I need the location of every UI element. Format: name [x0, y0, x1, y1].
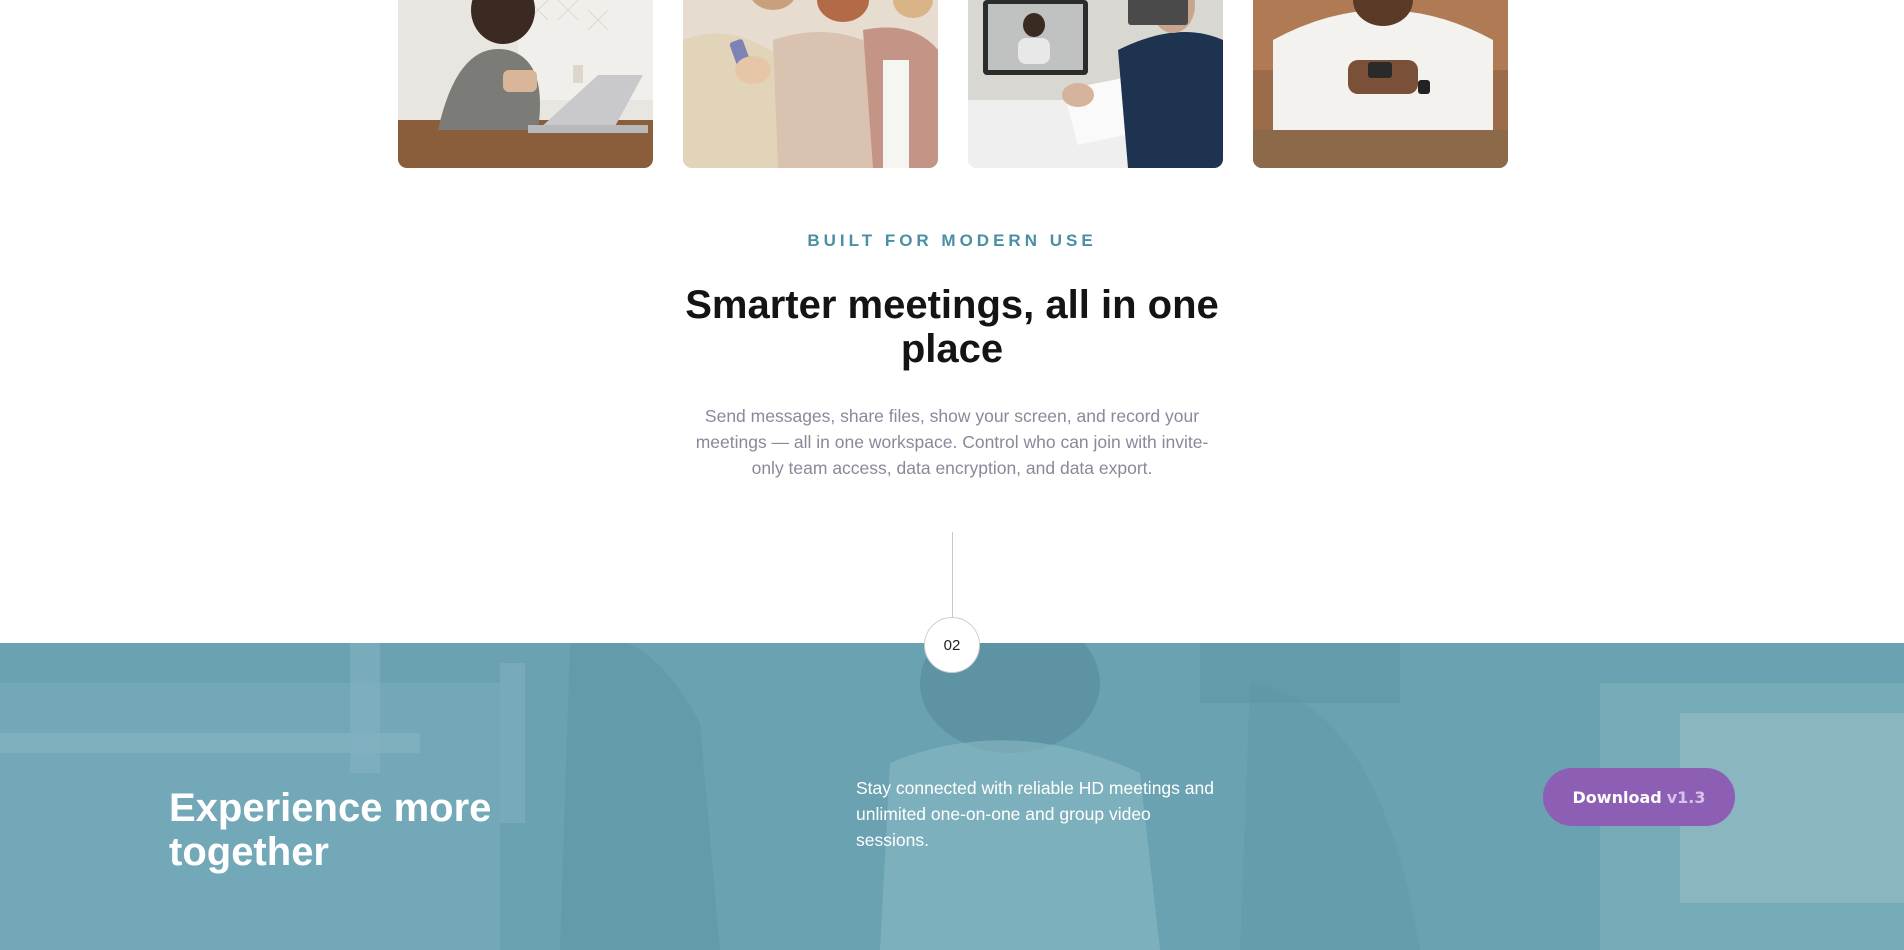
download-button-label: Download — [1572, 787, 1662, 807]
section-headline: Smarter meetings, all in one place — [685, 283, 1219, 371]
download-button[interactable]: Download v1.3 — [1543, 768, 1735, 826]
section-description: Send messages, share files, show your sc… — [695, 406, 1209, 478]
cta-title: Experience more together — [169, 786, 492, 874]
photo-gallery — [0, 0, 1904, 168]
step-connector-line — [952, 532, 953, 622]
women-looking-at-phone-photo — [683, 0, 938, 168]
step-number-badge: 02 — [924, 617, 980, 673]
cta-description: Stay connected with reliable HD meetings… — [856, 778, 1214, 850]
man-using-phone-photo — [1253, 0, 1508, 168]
section-eyebrow: BUILT FOR MODERN USE — [807, 231, 1097, 250]
download-version: v1.3 — [1666, 787, 1706, 807]
woman-with-laptop-photo — [398, 0, 653, 168]
cta-banner: Experience more together Stay connected … — [0, 643, 1904, 950]
man-on-video-call-photo — [968, 0, 1223, 168]
